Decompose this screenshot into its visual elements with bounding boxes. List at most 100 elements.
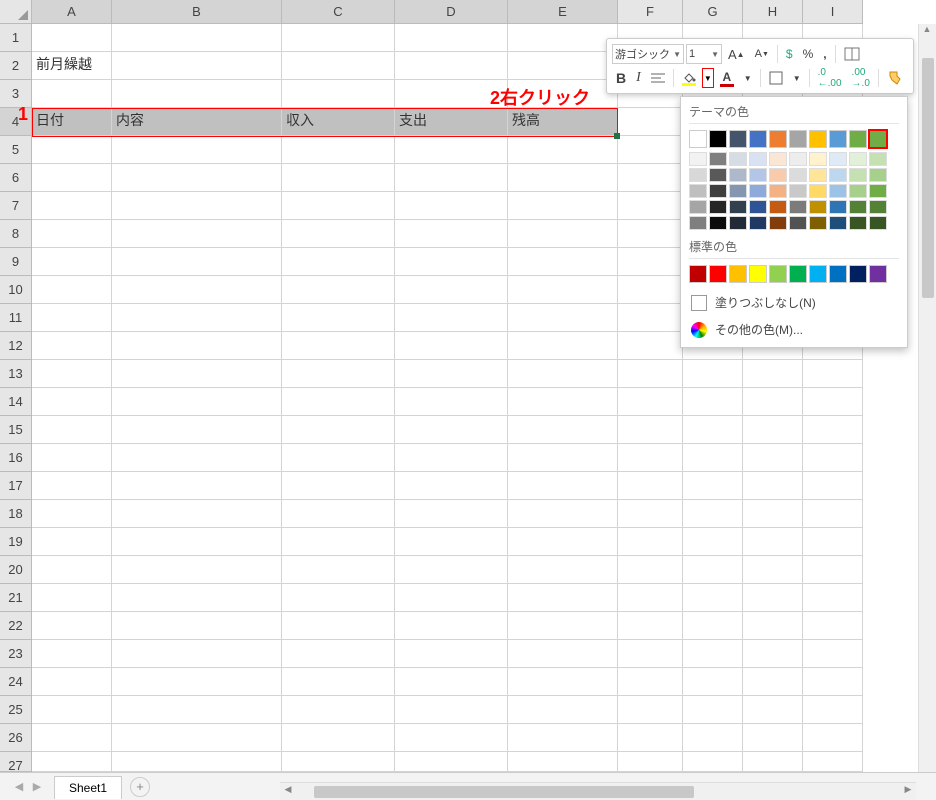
cell-E27[interactable] — [508, 752, 618, 772]
format-painter-button[interactable] — [883, 67, 907, 89]
row-header-2[interactable]: 2 — [0, 52, 32, 80]
theme-color-swatch[interactable] — [829, 130, 847, 148]
theme-shade-swatch[interactable] — [689, 152, 707, 166]
cell-A20[interactable] — [32, 556, 112, 584]
cell-E7[interactable] — [508, 192, 618, 220]
cell-E9[interactable] — [508, 248, 618, 276]
standard-color-swatch[interactable] — [829, 265, 847, 283]
cell-F10[interactable] — [618, 276, 683, 304]
cell-F8[interactable] — [618, 220, 683, 248]
cell-B19[interactable] — [112, 528, 282, 556]
cell-D16[interactable] — [395, 444, 508, 472]
bold-button[interactable]: B — [612, 67, 630, 89]
cell-F26[interactable] — [618, 724, 683, 752]
cell-I18[interactable] — [803, 500, 863, 528]
standard-color-swatch[interactable] — [849, 265, 867, 283]
standard-color-swatch[interactable] — [709, 265, 727, 283]
row-header-12[interactable]: 12 — [0, 332, 32, 360]
cell-F16[interactable] — [618, 444, 683, 472]
theme-shade-swatch[interactable] — [689, 168, 707, 182]
cell-F22[interactable] — [618, 612, 683, 640]
row-header-27[interactable]: 27 — [0, 752, 32, 772]
theme-shade-swatch[interactable] — [769, 184, 787, 198]
cell-B4[interactable]: 内容 — [112, 108, 282, 136]
cell-D14[interactable] — [395, 388, 508, 416]
theme-shade-swatch[interactable] — [849, 168, 867, 182]
cell-B8[interactable] — [112, 220, 282, 248]
v-scroll-thumb[interactable] — [922, 58, 934, 298]
cell-G19[interactable] — [683, 528, 743, 556]
cell-E26[interactable] — [508, 724, 618, 752]
theme-shade-swatch[interactable] — [829, 168, 847, 182]
cell-D27[interactable] — [395, 752, 508, 772]
cell-E17[interactable] — [508, 472, 618, 500]
cell-C7[interactable] — [282, 192, 395, 220]
font-color-button[interactable]: A — [716, 67, 738, 89]
column-header-B[interactable]: B — [112, 0, 282, 24]
cell-A26[interactable] — [32, 724, 112, 752]
row-header-8[interactable]: 8 — [0, 220, 32, 248]
cell-D2[interactable] — [395, 52, 508, 80]
cell-I21[interactable] — [803, 584, 863, 612]
merge-button[interactable] — [840, 43, 864, 65]
column-header-F[interactable]: F — [618, 0, 683, 24]
theme-shade-swatch[interactable] — [829, 216, 847, 230]
cell-F19[interactable] — [618, 528, 683, 556]
cell-B12[interactable] — [112, 332, 282, 360]
increase-font-button[interactable]: A▲ — [724, 43, 749, 65]
cell-G14[interactable] — [683, 388, 743, 416]
cell-A10[interactable] — [32, 276, 112, 304]
cell-C4[interactable]: 収入 — [282, 108, 395, 136]
cell-E25[interactable] — [508, 696, 618, 724]
theme-shade-swatch[interactable] — [729, 184, 747, 198]
cell-A12[interactable] — [32, 332, 112, 360]
h-scroll-thumb[interactable] — [314, 786, 694, 798]
cell-D4[interactable]: 支出 — [395, 108, 508, 136]
cell-D22[interactable] — [395, 612, 508, 640]
cell-F14[interactable] — [618, 388, 683, 416]
row-header-4[interactable]: 4 — [0, 108, 32, 136]
cell-E15[interactable] — [508, 416, 618, 444]
comma-button[interactable]: , — [819, 43, 830, 65]
theme-shade-swatch[interactable] — [709, 168, 727, 182]
cell-I26[interactable] — [803, 724, 863, 752]
theme-shade-swatch[interactable] — [849, 152, 867, 166]
cell-C2[interactable] — [282, 52, 395, 80]
column-header-G[interactable]: G — [683, 0, 743, 24]
cell-I24[interactable] — [803, 668, 863, 696]
cell-H13[interactable] — [743, 360, 803, 388]
cell-F18[interactable] — [618, 500, 683, 528]
cell-H16[interactable] — [743, 444, 803, 472]
cell-I19[interactable] — [803, 528, 863, 556]
cell-I23[interactable] — [803, 640, 863, 668]
row-header-25[interactable]: 25 — [0, 696, 32, 724]
row-header-6[interactable]: 6 — [0, 164, 32, 192]
cell-B20[interactable] — [112, 556, 282, 584]
cell-B16[interactable] — [112, 444, 282, 472]
cell-G18[interactable] — [683, 500, 743, 528]
cell-G22[interactable] — [683, 612, 743, 640]
theme-shade-swatch[interactable] — [729, 168, 747, 182]
cell-I13[interactable] — [803, 360, 863, 388]
cell-E6[interactable] — [508, 164, 618, 192]
cell-G26[interactable] — [683, 724, 743, 752]
theme-shade-swatch[interactable] — [789, 200, 807, 214]
row-header-11[interactable]: 11 — [0, 304, 32, 332]
cell-B11[interactable] — [112, 304, 282, 332]
cell-A19[interactable] — [32, 528, 112, 556]
cell-C27[interactable] — [282, 752, 395, 772]
cell-G24[interactable] — [683, 668, 743, 696]
theme-color-swatch[interactable] — [869, 130, 887, 148]
theme-shade-swatch[interactable] — [749, 216, 767, 230]
cell-E12[interactable] — [508, 332, 618, 360]
cell-F6[interactable] — [618, 164, 683, 192]
cell-F17[interactable] — [618, 472, 683, 500]
row-header-9[interactable]: 9 — [0, 248, 32, 276]
cell-H19[interactable] — [743, 528, 803, 556]
cell-C3[interactable] — [282, 80, 395, 108]
cell-I20[interactable] — [803, 556, 863, 584]
decrease-decimal-button[interactable]: .00→.0 — [848, 67, 874, 89]
no-fill-option[interactable]: 塗りつぶしなし(N) — [689, 289, 899, 316]
theme-shade-swatch[interactable] — [749, 184, 767, 198]
theme-shade-swatch[interactable] — [689, 216, 707, 230]
